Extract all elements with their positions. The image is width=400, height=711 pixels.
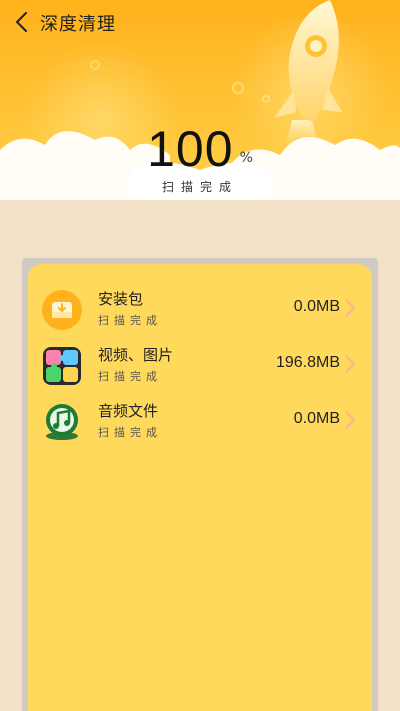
item-name: 安装包 (98, 290, 144, 308)
progress-readout: 100% (0, 120, 400, 178)
item-size: 0.0MB (293, 298, 340, 315)
item-size: 196.8MB (275, 354, 340, 371)
header-banner: 深度清理 100% 扫描完成 (0, 0, 400, 200)
percent-value: 100 (147, 121, 234, 177)
list-item-media[interactable]: 视频、图片 扫描完成 196.8MB (28, 342, 372, 394)
percent-unit: % (239, 150, 253, 166)
list-item-audio[interactable]: 音频文件 扫描完成 0.0MB (28, 398, 372, 450)
bubble-decoration (232, 82, 244, 94)
item-size: 0.0MB (293, 410, 340, 427)
back-button[interactable] (6, 6, 36, 38)
list-item-apk[interactable]: 安装包 扫描完成 0.0MB (28, 286, 372, 338)
results-card: 安装包 扫描完成 0.0MB 视频、图片 扫描完成 196.8MB 音频文件 扫… (28, 264, 372, 711)
bubble-decoration (90, 60, 100, 70)
chevron-left-icon (15, 12, 27, 32)
item-status: 扫描完成 (98, 314, 162, 327)
chevron-right-icon (345, 299, 356, 317)
chevron-right-icon (345, 411, 356, 429)
page-title: 深度清理 (40, 14, 116, 35)
media-puzzle-icon (43, 347, 81, 385)
music-note-icon (46, 404, 78, 440)
item-status: 扫描完成 (98, 370, 162, 383)
item-name: 视频、图片 (98, 346, 174, 364)
item-name: 音频文件 (98, 402, 159, 420)
item-status: 扫描完成 (98, 426, 162, 439)
apk-package-icon (42, 290, 82, 330)
chevron-right-icon (345, 355, 356, 373)
top-bar: 深度清理 (0, 0, 400, 44)
scan-status: 扫描完成 (161, 180, 238, 194)
